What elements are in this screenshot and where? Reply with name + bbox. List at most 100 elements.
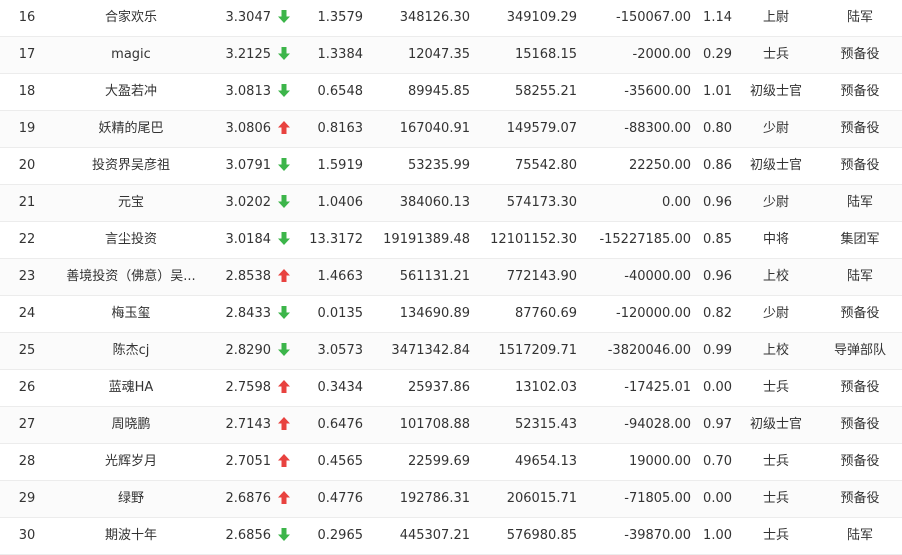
user-name-link[interactable]: 梅玉玺 [60, 296, 202, 332]
value3-cell: 1517209.71 [498, 343, 577, 358]
user-name-link[interactable]: 光辉岁月 [60, 444, 202, 480]
user-name-link[interactable]: 期波十年 [60, 518, 202, 554]
value2-cell: 22599.69 [407, 454, 470, 469]
value3-cell: 574173.30 [506, 195, 577, 210]
arrow-up-icon [276, 111, 292, 147]
table-row[interactable]: 16 合家欢乐 3.3047 1.3579 348126.30 349109.29 -150… [0, 0, 902, 37]
user-name-link[interactable]: 投资界吴彦祖 [60, 148, 202, 184]
rank-cell: 22 [18, 232, 36, 247]
value3-cell: 206015.71 [506, 491, 577, 506]
ranking-table: 16 合家欢乐 3.3047 1.3579 348126.30 349109.29 -150… [0, 0, 902, 555]
rank-cell: 19 [18, 121, 36, 136]
army-type-cell: 导弹部队 [833, 343, 886, 358]
user-name-link[interactable]: 善境投资（佛意）吴... [60, 259, 202, 295]
value1-cell: 0.2965 [317, 528, 364, 543]
military-rank-cell: 士兵 [762, 47, 789, 62]
arrow-down-icon [276, 296, 292, 332]
user-name-link[interactable]: 蓝魂HA [60, 370, 202, 406]
value5-cell: 1.00 [703, 528, 732, 543]
user-name-link[interactable]: 妖精的尾巴 [60, 111, 202, 147]
score-cell: 2.8538 [225, 269, 272, 284]
rank-cell: 20 [18, 158, 36, 173]
arrow-down-icon [276, 333, 292, 369]
military-rank-cell: 士兵 [762, 380, 789, 395]
score-cell: 2.7598 [225, 380, 272, 395]
table-row[interactable]: 24 梅玉玺 2.8433 0.0135 134690.89 87760.69 -12000… [0, 296, 902, 333]
user-name-link[interactable]: 大盈若冲 [60, 74, 202, 110]
score-cell: 3.0202 [225, 195, 272, 210]
score-cell: 2.6876 [225, 491, 272, 506]
value2-cell: 561131.21 [399, 269, 470, 284]
table-row[interactable]: 27 周晓鹏 2.7143 0.6476 101708.88 52315.43 -94028… [0, 407, 902, 444]
user-name-link[interactable]: 合家欢乐 [60, 0, 202, 36]
table-row[interactable]: 20 投资界吴彦祖 3.0791 1.5919 53235.99 75542.80 2225… [0, 148, 902, 185]
arrow-down-icon [276, 0, 292, 36]
value2-cell: 53235.99 [407, 158, 470, 173]
user-name-link[interactable]: magic [60, 37, 202, 73]
value5-cell: 0.96 [703, 195, 732, 210]
score-cell: 2.6856 [225, 528, 272, 543]
value5-cell: 0.97 [703, 417, 732, 432]
value3-cell: 58255.21 [514, 84, 577, 99]
rank-cell: 30 [18, 528, 36, 543]
value1-cell: 0.6476 [317, 417, 364, 432]
value4-cell: -120000.00 [616, 306, 691, 321]
value3-cell: 772143.90 [506, 269, 577, 284]
table-row[interactable]: 30 期波十年 2.6856 0.2965 445307.21 576980.85 -398… [0, 518, 902, 555]
user-name-link[interactable]: 元宝 [60, 185, 202, 221]
value1-cell: 13.3172 [309, 232, 363, 247]
value3-cell: 149579.07 [506, 121, 577, 136]
table-row[interactable]: 23 善境投资（佛意）吴... 2.8538 1.4663 561131.21 77214… [0, 259, 902, 296]
army-type-cell: 预备役 [840, 380, 880, 395]
army-type-cell: 预备役 [840, 417, 880, 432]
value4-cell: -88300.00 [624, 121, 691, 136]
value2-cell: 167040.91 [399, 121, 470, 136]
table-row[interactable]: 29 绿野 2.6876 0.4776 192786.31 206015.71 -71805… [0, 481, 902, 518]
value1-cell: 1.3384 [317, 47, 364, 62]
value2-cell: 89945.85 [407, 84, 470, 99]
value4-cell: 22250.00 [628, 158, 691, 173]
table-row[interactable]: 26 蓝魂HA 2.7598 0.3434 25937.86 13102.03 -17425… [0, 370, 902, 407]
army-type-cell: 预备役 [840, 121, 880, 136]
user-name-link[interactable]: 周晓鹏 [60, 407, 202, 443]
user-name-link[interactable]: 陈杰cj [60, 333, 202, 369]
value1-cell: 0.8163 [317, 121, 364, 136]
table-row[interactable]: 18 大盈若冲 3.0813 0.6548 89945.85 58255.21 -35600… [0, 74, 902, 111]
table-row[interactable]: 19 妖精的尾巴 3.0806 0.8163 167040.91 149579.07 -88… [0, 111, 902, 148]
table-row[interactable]: 22 言尘投资 3.0184 13.3172 19191389.48 12101152.3… [0, 222, 902, 259]
value2-cell: 348126.30 [399, 10, 470, 25]
value3-cell: 576980.85 [506, 528, 577, 543]
value2-cell: 3471342.84 [391, 343, 470, 358]
arrow-up-icon [276, 481, 292, 517]
value1-cell: 0.0135 [317, 306, 364, 321]
value1-cell: 1.5919 [317, 158, 364, 173]
value5-cell: 0.29 [703, 47, 732, 62]
military-rank-cell: 士兵 [762, 491, 789, 506]
score-cell: 2.7143 [225, 417, 272, 432]
user-name-link[interactable]: 言尘投资 [60, 222, 202, 258]
value4-cell: -40000.00 [624, 269, 691, 284]
military-rank-cell: 上校 [762, 343, 789, 358]
table-row[interactable]: 25 陈杰cj 2.8290 3.0573 3471342.84 1517209.71 -3… [0, 333, 902, 370]
table-row[interactable]: 21 元宝 3.0202 1.0406 384060.13 574173.30 0.00 0.… [0, 185, 902, 222]
rank-cell: 23 [18, 269, 36, 284]
rank-cell: 24 [18, 306, 36, 321]
value2-cell: 25937.86 [407, 380, 470, 395]
military-rank-cell: 初级士官 [749, 158, 802, 173]
user-name-link[interactable]: 绿野 [60, 481, 202, 517]
army-type-cell: 预备役 [840, 84, 880, 99]
table-row[interactable]: 28 光辉岁月 2.7051 0.4565 22599.69 49654.13 19000.… [0, 444, 902, 481]
rank-cell: 26 [18, 380, 36, 395]
value1-cell: 0.4565 [317, 454, 364, 469]
military-rank-cell: 士兵 [762, 528, 789, 543]
rank-cell: 27 [18, 417, 36, 432]
score-cell: 3.3047 [225, 10, 272, 25]
value1-cell: 0.4776 [317, 491, 364, 506]
army-type-cell: 集团军 [840, 232, 880, 247]
arrow-down-icon [276, 74, 292, 110]
military-rank-cell: 士兵 [762, 454, 789, 469]
rank-cell: 18 [18, 84, 36, 99]
table-row[interactable]: 17 magic 3.2125 1.3384 12047.35 15168.15 -2000… [0, 37, 902, 74]
value2-cell: 19191389.48 [383, 232, 470, 247]
score-cell: 2.7051 [225, 454, 272, 469]
